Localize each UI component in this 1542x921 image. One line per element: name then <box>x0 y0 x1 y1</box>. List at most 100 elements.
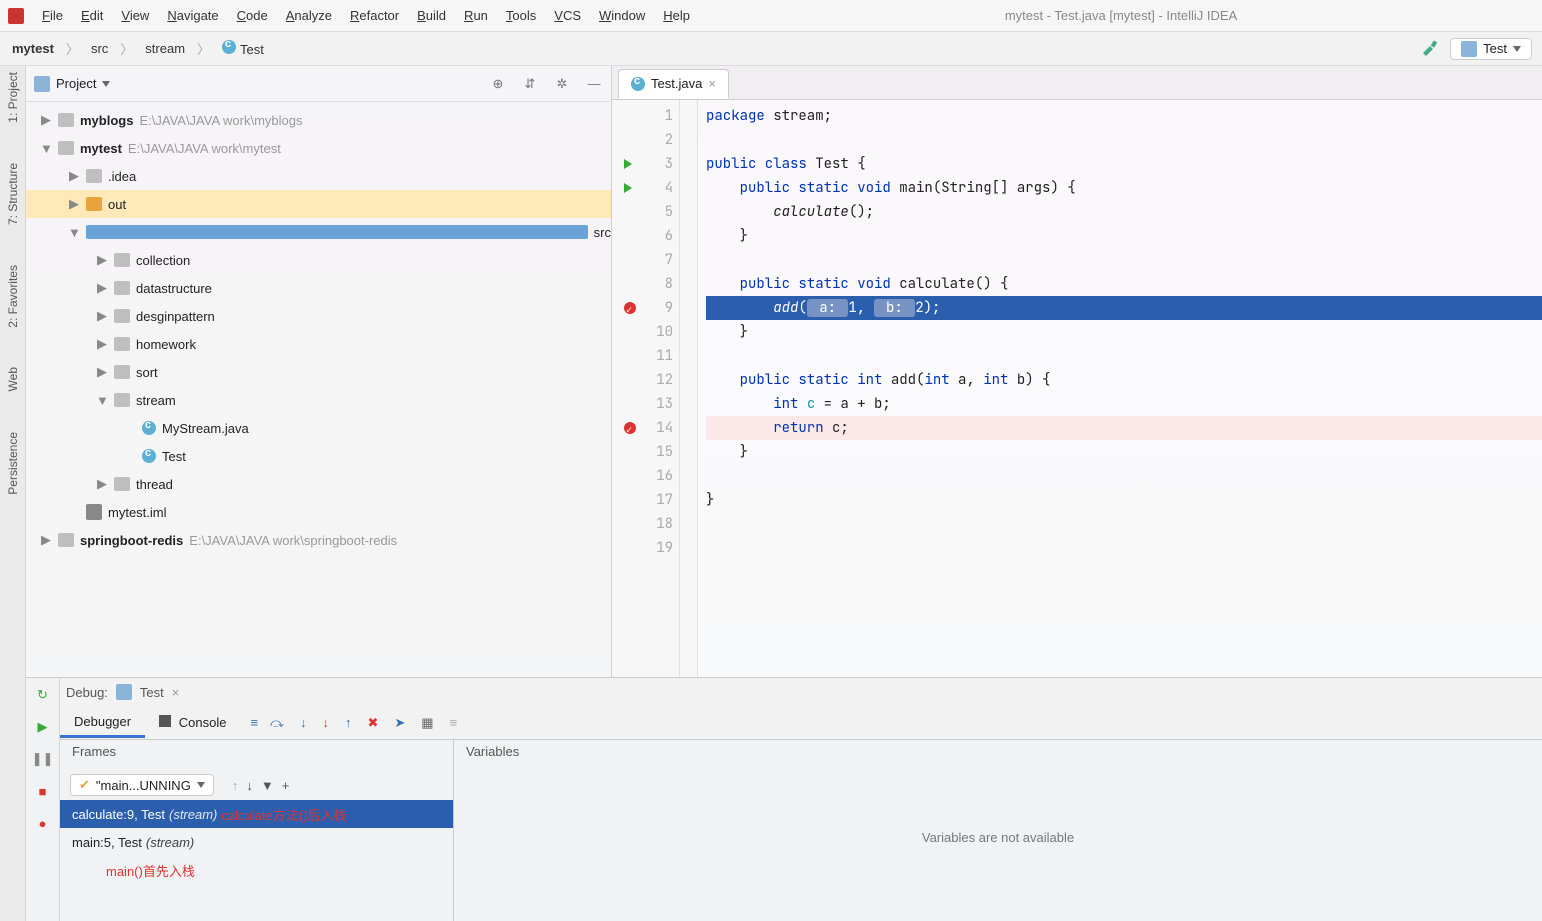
tree-item[interactable]: ▼src <box>26 218 611 246</box>
menu-view[interactable]: View <box>121 8 149 23</box>
project-icon <box>34 76 50 92</box>
tree-item[interactable]: MyStream.java <box>26 414 611 442</box>
breadcrumb[interactable]: mytest〉src〉stream〉Test <box>0 36 276 61</box>
rail-project[interactable]: 1: Project <box>6 72 20 123</box>
more-icon[interactable]: ≡ <box>450 715 458 731</box>
gear-icon[interactable]: ✲ <box>553 75 571 93</box>
chevron-down-icon <box>1513 46 1521 52</box>
force-step-into-icon[interactable]: ↓ <box>322 715 329 731</box>
menu-analyze[interactable]: Analyze <box>286 8 332 23</box>
tree-item[interactable]: ▶collection <box>26 246 611 274</box>
thread-name: "main...UNNING <box>96 778 191 793</box>
frame-row[interactable]: calculate:9, Test (stream) calculate方法()… <box>60 800 453 828</box>
frame-row[interactable]: main:5, Test (stream) <box>60 828 453 856</box>
run-config-label: Test <box>1483 41 1507 56</box>
rerun-icon[interactable]: ↻ <box>32 684 54 706</box>
project-tree[interactable]: ▶myblogs E:\JAVA\JAVA work\myblogs▼mytes… <box>26 102 611 677</box>
settings-down-icon[interactable]: ⇵ <box>521 75 539 93</box>
menu-vcs[interactable]: VCS <box>554 8 581 23</box>
close-icon[interactable]: × <box>708 76 716 91</box>
nav-toolbar: mytest〉src〉stream〉Test Test <box>0 32 1542 66</box>
frames-label: Frames <box>60 740 453 770</box>
tree-item[interactable]: Test <box>26 442 611 470</box>
tab-debugger[interactable]: Debugger <box>60 708 145 738</box>
tree-item[interactable]: ▶springboot-redis E:\JAVA\JAVA work\spri… <box>26 526 611 554</box>
menu-window[interactable]: Window <box>599 8 645 23</box>
frames-pane: Frames ✔ "main...UNNING ↑ ↓ ▼ + <box>60 740 454 921</box>
menu-build[interactable]: Build <box>417 8 446 23</box>
thread-selector[interactable]: ✔ "main...UNNING <box>70 774 214 796</box>
tree-item[interactable]: ▶desginpattern <box>26 302 611 330</box>
menu-help[interactable]: Help <box>663 8 690 23</box>
tree-item[interactable]: ▼mytest E:\JAVA\JAVA work\mytest <box>26 134 611 162</box>
rail-favorites[interactable]: 2: Favorites <box>6 265 20 328</box>
crumb-Test[interactable]: Test <box>214 36 272 61</box>
menu-navigate[interactable]: Navigate <box>167 8 218 23</box>
menu-tools[interactable]: Tools <box>506 8 536 23</box>
minimize-icon[interactable]: — <box>585 75 603 93</box>
editor-tabs[interactable]: Test.java × <box>612 66 1542 100</box>
resume-icon[interactable]: ▶ <box>32 716 54 738</box>
pause-icon[interactable]: ❚❚ <box>32 748 54 770</box>
rail-persistence[interactable]: Persistence <box>6 432 20 495</box>
project-panel: Project ⊕ ⇵ ✲ — ▶myblogs E:\JAVA\JAVA wo… <box>26 66 612 677</box>
editor-tab-label: Test.java <box>651 76 702 91</box>
rail-web[interactable]: Web <box>6 367 20 391</box>
editor-tab[interactable]: Test.java × <box>618 69 729 99</box>
tree-item[interactable]: ▶homework <box>26 330 611 358</box>
menu-file[interactable]: File <box>42 8 63 23</box>
build-icon[interactable] <box>1420 39 1440 59</box>
prev-frame-icon[interactable]: ↑ <box>232 778 239 793</box>
debug-label: Debug: <box>66 685 108 700</box>
add-icon[interactable]: + <box>282 778 290 793</box>
check-icon: ✔ <box>79 777 90 793</box>
chevron-down-icon[interactable] <box>102 81 110 87</box>
menu-code[interactable]: Code <box>237 8 268 23</box>
code-editor[interactable]: 12345678910111213141516171819 package st… <box>612 100 1542 677</box>
step-into-icon[interactable]: ↓ <box>300 715 307 731</box>
window-title: mytest - Test.java [mytest] - IntelliJ I… <box>708 8 1534 23</box>
tree-item[interactable]: ▶.idea <box>26 162 611 190</box>
crumb-src[interactable]: src <box>83 37 116 60</box>
menu-refactor[interactable]: Refactor <box>350 8 399 23</box>
tree-item[interactable]: ▶sort <box>26 358 611 386</box>
menu-run[interactable]: Run <box>464 8 488 23</box>
debug-tabs[interactable]: Debugger Console ≡ ⤼ ↓ ↓ ↑ ✖ ➤ <box>60 706 1542 740</box>
run-to-cursor-icon[interactable]: ➤ <box>394 715 405 731</box>
app-icon <box>8 8 24 24</box>
variables-label: Variables <box>454 740 1542 770</box>
tree-item[interactable]: ▶myblogs E:\JAVA\JAVA work\myblogs <box>26 106 611 134</box>
step-out-icon[interactable]: ↑ <box>345 715 352 731</box>
debug-panel: ↻ ▶ ❚❚ ■ ● Debug: Test × Debugger <box>26 677 1542 921</box>
run-config-selector[interactable]: Test <box>1450 38 1532 60</box>
left-tool-rail: 1: Project 7: Structure 2: Favorites Web Per… <box>0 66 26 921</box>
variables-pane: Variables Variables are not available <box>454 740 1542 921</box>
tab-console[interactable]: Console <box>145 709 240 736</box>
variables-empty-msg: Variables are not available <box>454 830 1542 845</box>
stepping-toolbar: ⤼ ↓ ↓ ↑ ✖ ➤ ▦ ≡ <box>270 715 457 731</box>
tree-item[interactable]: ▶datastructure <box>26 274 611 302</box>
console-icon <box>159 715 171 727</box>
rail-structure[interactable]: 7: Structure <box>6 163 20 225</box>
view-breakpoints-icon[interactable]: ● <box>32 812 54 834</box>
editor-pane: Test.java × 1234567891011121314151617181… <box>612 66 1542 677</box>
filter-icon[interactable]: ▼ <box>261 778 274 793</box>
menu-edit[interactable]: Edit <box>81 8 103 23</box>
step-over-icon[interactable]: ⤼ <box>270 715 284 731</box>
crumb-stream[interactable]: stream <box>137 37 193 60</box>
close-icon[interactable]: × <box>172 685 180 700</box>
debug-controls-rail: ↻ ▶ ❚❚ ■ ● <box>26 678 60 921</box>
target-icon[interactable]: ⊕ <box>489 75 507 93</box>
tree-item[interactable]: ▼stream <box>26 386 611 414</box>
tree-item[interactable]: ▶thread <box>26 470 611 498</box>
drop-frame-icon[interactable]: ✖ <box>367 715 378 731</box>
crumb-mytest[interactable]: mytest <box>4 37 62 60</box>
next-frame-icon[interactable]: ↓ <box>246 778 253 793</box>
tree-item[interactable]: ▶out <box>26 190 611 218</box>
stop-icon[interactable]: ■ <box>32 780 54 802</box>
menubar: File Edit View Navigate Code Analyze Refactor B… <box>0 0 1542 32</box>
evaluate-icon[interactable]: ▦ <box>421 715 433 731</box>
chevron-down-icon <box>197 782 205 788</box>
tree-item[interactable]: mytest.iml <box>26 498 611 526</box>
menu-items: File Edit View Navigate Code Analyze Refactor B… <box>42 8 690 23</box>
